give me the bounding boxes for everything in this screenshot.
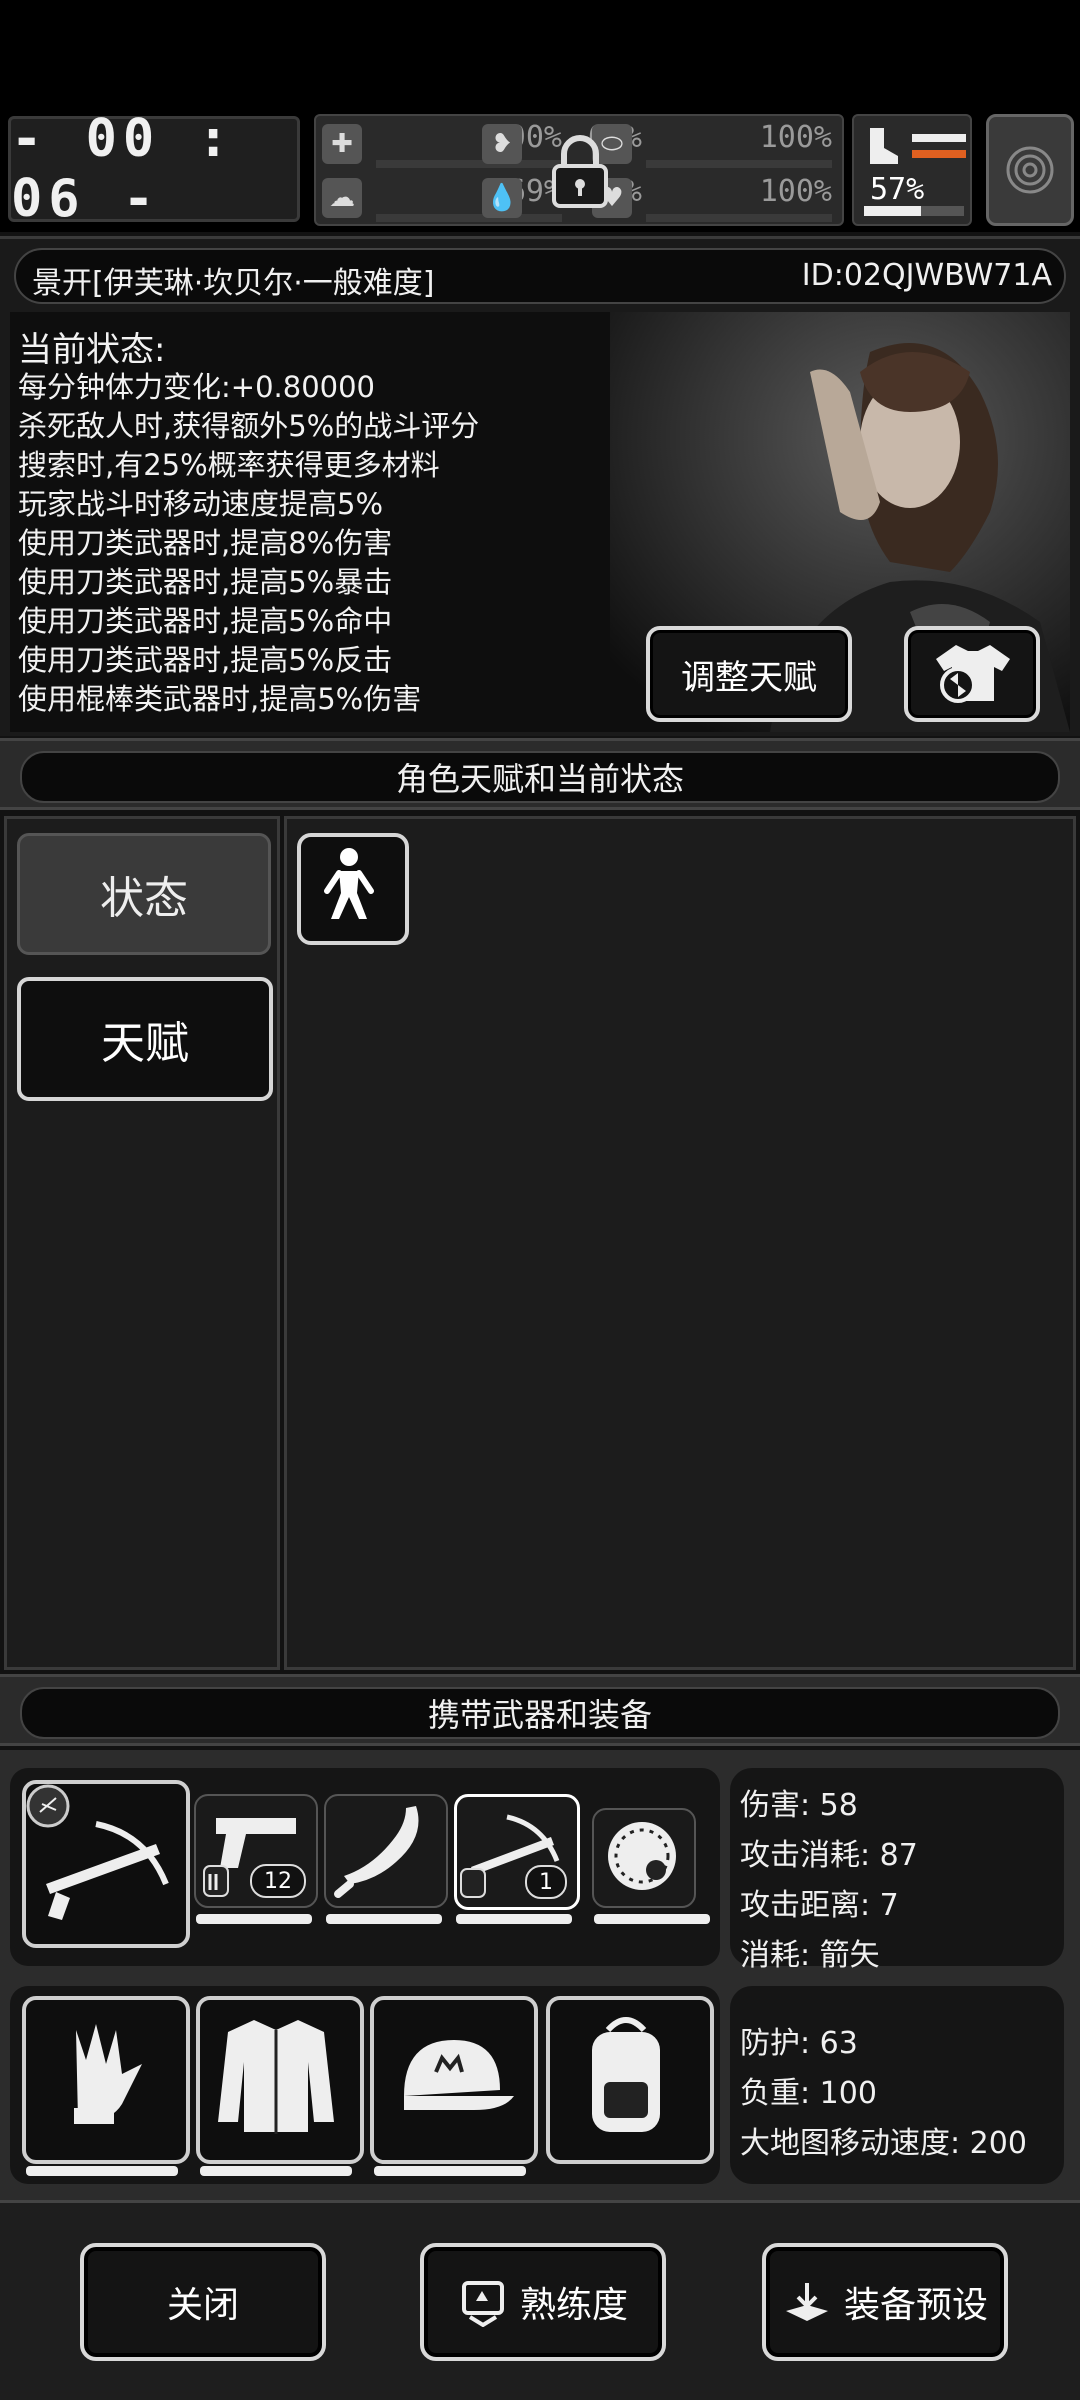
gloves-durability-bar bbox=[26, 2166, 178, 2176]
machete-slot[interactable] bbox=[324, 1794, 448, 1908]
jacket-icon bbox=[218, 2020, 334, 2134]
water-drop-icon: 💧 bbox=[482, 178, 522, 218]
character-id: ID:02QJWBW71A bbox=[801, 258, 1052, 293]
close-label: 关闭 bbox=[166, 2285, 239, 2326]
status-icon-area bbox=[284, 816, 1076, 1670]
cap-durability-bar bbox=[374, 2166, 526, 2176]
status-line: 使用刀类武器时,提高8%伤害 bbox=[18, 526, 393, 560]
weapon-damage: 伤害: 58 bbox=[740, 1788, 858, 1823]
jacket-durability-bar bbox=[200, 2166, 352, 2176]
person-standing-icon bbox=[324, 848, 374, 919]
mood-value: 100% bbox=[759, 174, 832, 209]
crossbow-durability-bar bbox=[456, 1914, 572, 1924]
status-line: 使用刀类武器时,提高5%暴击 bbox=[18, 565, 393, 599]
lock-icon[interactable] bbox=[548, 134, 612, 210]
brain-icon: ☁ bbox=[322, 178, 362, 218]
medkit-icon: ✚ bbox=[322, 124, 362, 164]
weapon-row: 12 1 bbox=[10, 1768, 720, 1966]
character-title-bar: 景开[伊芙琳·坎贝尔·一般难度] ID:02QJWBW71A bbox=[14, 248, 1066, 304]
boot-icon bbox=[870, 128, 898, 164]
stamina-bar bbox=[864, 206, 964, 216]
equipment-section-title: 携带武器和装备 bbox=[20, 1687, 1060, 1739]
shield-icon bbox=[608, 1822, 676, 1890]
armor-defense: 防护: 63 bbox=[740, 2026, 858, 2061]
jacket-slot[interactable] bbox=[196, 1996, 364, 2164]
game-timer: - 00 : 06 - bbox=[8, 109, 300, 229]
proficiency-label: 熟练度 bbox=[519, 2285, 628, 2326]
weapon-attack-cost: 攻击消耗: 87 bbox=[740, 1838, 918, 1873]
status-line: 使用棍棒类武器时,提高5%伤害 bbox=[18, 682, 422, 716]
equipment-preset-button[interactable]: 装备预设 bbox=[762, 2243, 1008, 2361]
immunity-value: 100% bbox=[759, 120, 832, 155]
backpack-icon bbox=[592, 2017, 660, 2132]
character-name: 景开[伊芙琳·坎贝尔·一般难度] bbox=[32, 266, 435, 301]
mood-stat: ♥ 100% bbox=[586, 174, 842, 224]
proficiency-button[interactable]: 熟练度 bbox=[420, 2243, 666, 2361]
immunity-stat: ⬭ 100% bbox=[586, 120, 842, 170]
crossbow-slot[interactable]: 1 bbox=[454, 1794, 580, 1910]
weapon-attack-range: 攻击距离: 7 bbox=[740, 1888, 899, 1923]
status-line: 玩家战斗时移动速度提高5% bbox=[18, 487, 384, 521]
fingerprint-icon bbox=[1006, 146, 1054, 194]
immunity-bar bbox=[646, 160, 832, 168]
tab-talent[interactable]: 天赋 bbox=[17, 977, 273, 1101]
armor-stats-panel: 防护: 63 负重: 100 大地图移动速度: 200 bbox=[730, 1986, 1064, 2184]
preset-label: 装备预设 bbox=[843, 2285, 988, 2326]
cap-slot[interactable] bbox=[370, 1996, 538, 2164]
equipment-section-header: 携带武器和装备 bbox=[0, 1674, 1080, 1746]
stamina-panel: 57% bbox=[852, 114, 972, 226]
pistol-durability-bar bbox=[196, 1914, 312, 1924]
adjust-talent-button[interactable]: 调整天赋 bbox=[646, 626, 852, 722]
pistol-slot[interactable]: 12 bbox=[194, 1794, 318, 1908]
machete-durability-bar bbox=[326, 1914, 442, 1924]
gloves-icon bbox=[74, 2024, 142, 2124]
shield-durability-bar bbox=[594, 1914, 710, 1924]
tab-column: 状态 天赋 bbox=[4, 816, 280, 1670]
stomach-icon: ❥ bbox=[482, 124, 522, 164]
main-weapon-slot[interactable] bbox=[22, 1780, 190, 1948]
gloves-slot[interactable] bbox=[22, 1996, 190, 2164]
preset-download-icon bbox=[785, 2283, 828, 2321]
status-line: 搜索时,有25%概率获得更多材料 bbox=[18, 448, 440, 482]
proficiency-icon bbox=[461, 2281, 504, 2327]
armor-row bbox=[10, 1986, 720, 2184]
status-line: 每分钟体力变化:+0.80000 bbox=[18, 370, 375, 404]
machete-icon bbox=[334, 1806, 419, 1898]
talent-section-title: 角色天赋和当前状态 bbox=[20, 751, 1060, 803]
fingerprint-button[interactable] bbox=[986, 114, 1074, 226]
mood-bar bbox=[646, 214, 832, 222]
cap-icon bbox=[404, 2040, 514, 2110]
close-button[interactable]: 关闭 bbox=[80, 2243, 326, 2361]
footer-bar: 关闭 熟练度 装备预设 bbox=[0, 2200, 1080, 2400]
crossbow-icon bbox=[26, 1784, 169, 1920]
status-line: 使用刀类武器时,提高5%反击 bbox=[18, 643, 393, 677]
weapon-stats-panel: 伤害: 58 攻击消耗: 87 攻击距离: 7 消耗: 箭矢 bbox=[730, 1768, 1064, 1973]
armor-load: 负重: 100 bbox=[740, 2076, 877, 2111]
talent-section-header: 角色天赋和当前状态 bbox=[0, 738, 1080, 810]
shield-slot[interactable] bbox=[592, 1808, 696, 1908]
pistol-ammo-count: 12 bbox=[250, 1864, 306, 1898]
change-outfit-button[interactable] bbox=[904, 626, 1040, 722]
survival-stats-panel: ✚ 100% ☁ 69% ❥ 68% 💧 8% ⬭ 100% ♥ 100% bbox=[314, 114, 844, 226]
map-move-speed: 大地图移动速度: 200 bbox=[740, 2126, 1027, 2161]
crossbow-ammo-count: 1 bbox=[525, 1865, 567, 1899]
stamina-value: 57% bbox=[870, 172, 925, 207]
tab-status[interactable]: 状态 bbox=[17, 833, 271, 955]
normal-status-button[interactable] bbox=[297, 833, 409, 945]
equipment-area: 12 1 伤害: 58 攻击消耗: 87 攻击距离: 7 消耗: 箭矢 防护: … bbox=[0, 1750, 1080, 2200]
status-line: 杀死敌人时,获得额外5%的战斗评分 bbox=[18, 409, 480, 443]
backpack-slot[interactable] bbox=[546, 1996, 714, 2164]
outfit-swap-icon bbox=[936, 645, 1010, 703]
status-line: 使用刀类武器时,提高5%命中 bbox=[18, 604, 393, 638]
weapon-ammo-type: 消耗: 箭矢 bbox=[740, 1938, 880, 1973]
